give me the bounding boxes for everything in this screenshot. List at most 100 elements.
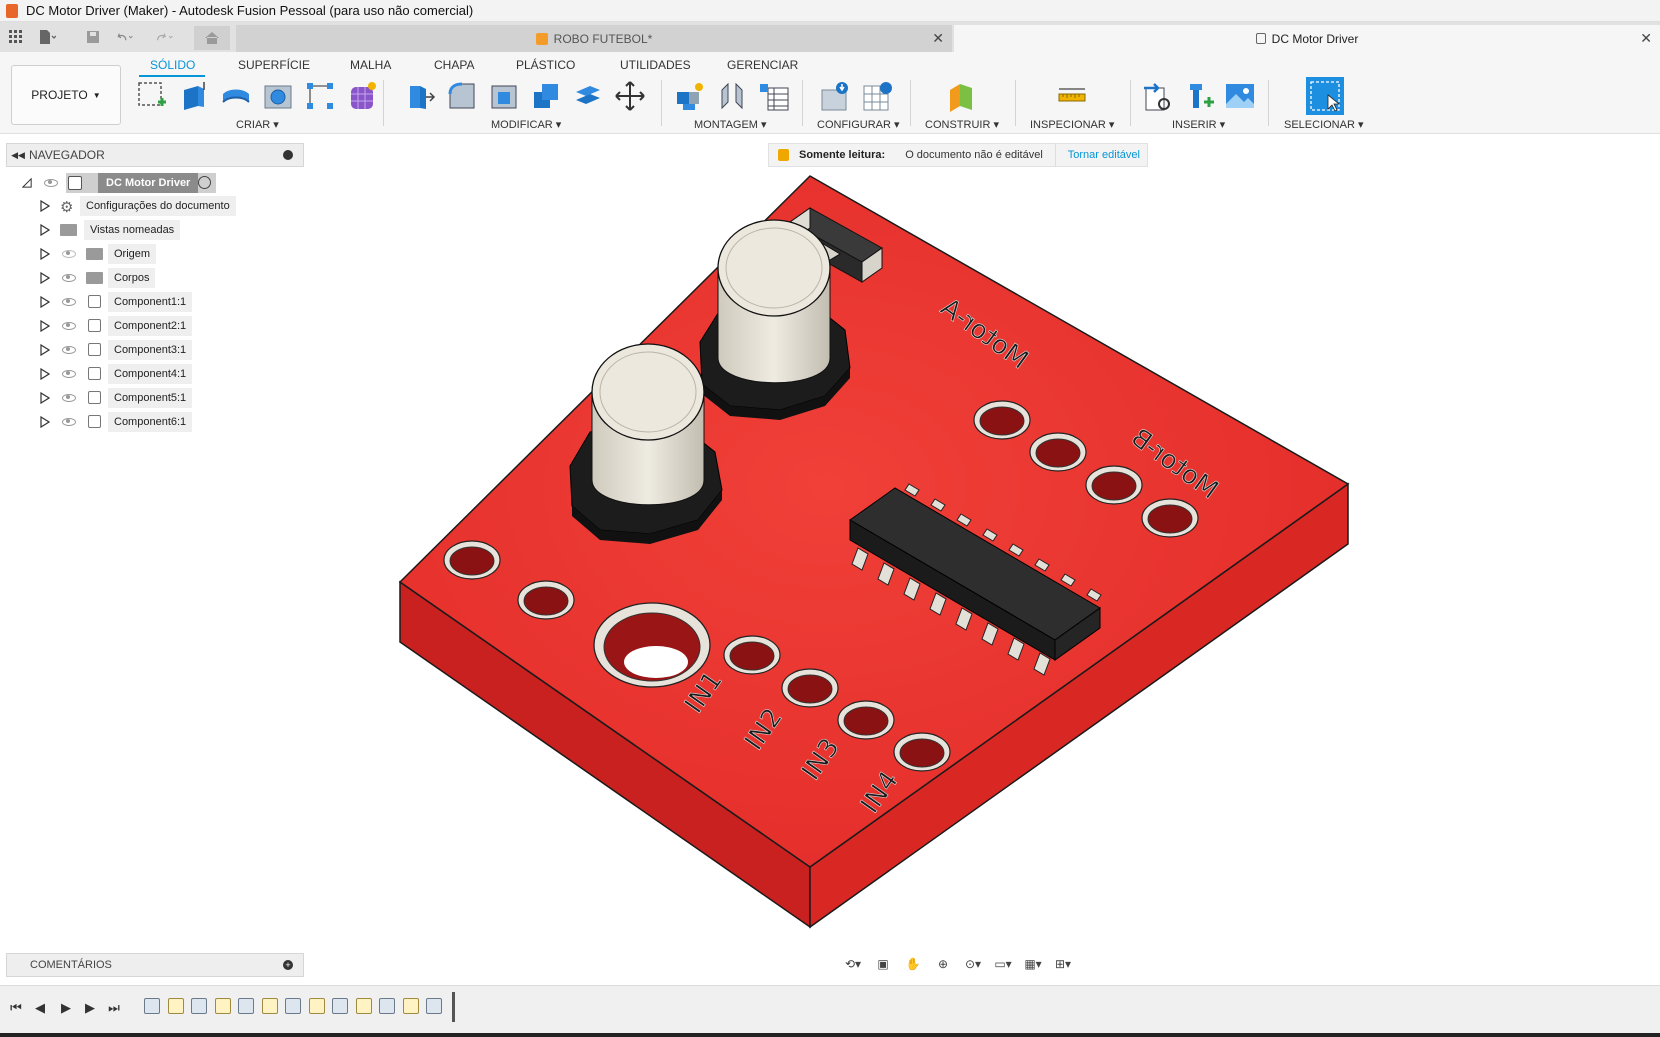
add-comment-icon[interactable]: + — [283, 960, 293, 970]
expand-triangle-icon[interactable] — [40, 368, 50, 380]
tab-solido[interactable]: SÓLIDO — [150, 58, 195, 72]
orbit-icon[interactable]: ⟲▾ — [838, 954, 868, 974]
app-grid-icon[interactable] — [7, 28, 25, 46]
browser-item[interactable]: Component4:1 — [36, 364, 296, 384]
new-component-icon[interactable] — [672, 78, 708, 114]
insert-mcmaster-icon[interactable] — [1182, 78, 1218, 114]
tab-superficie[interactable]: SUPERFÍCIE — [238, 58, 310, 72]
bill-of-materials-icon[interactable] — [756, 78, 792, 114]
timeline-component-feature[interactable] — [285, 998, 301, 1014]
insert-derive-icon[interactable] — [1140, 78, 1176, 114]
make-editable-link[interactable]: Tornar editável — [1068, 149, 1140, 161]
project-dropdown-button[interactable]: PROJETO ▼ — [11, 65, 121, 125]
eye-icon[interactable] — [62, 346, 76, 354]
eye-icon[interactable] — [44, 179, 58, 187]
minimize-icon[interactable] — [283, 150, 293, 160]
create-sketch-icon[interactable] — [134, 78, 170, 114]
tab-utilidades[interactable]: UTILIDADES — [620, 58, 691, 72]
measure-icon[interactable] — [1054, 78, 1090, 114]
step-back-icon[interactable]: ◀ — [30, 998, 50, 1018]
shell-icon[interactable] — [486, 78, 522, 114]
browser-item[interactable]: ⚙ Configurações do documento — [36, 196, 296, 216]
expand-triangle-icon[interactable] — [40, 392, 50, 404]
group-criar[interactable]: CRIAR ▾ — [236, 118, 279, 131]
pattern-icon[interactable] — [302, 78, 338, 114]
capacitor-2[interactable] — [569, 343, 723, 544]
zoom-icon[interactable]: ⊕ — [928, 954, 958, 974]
3d-viewport[interactable]: Motor-A Motor-B IN1 IN2 IN3 IN4 — [310, 170, 1370, 940]
save-icon[interactable] — [84, 28, 102, 46]
eye-icon[interactable] — [62, 322, 76, 330]
step-forward-icon[interactable]: ▶ — [80, 998, 100, 1018]
tab-gerenciar[interactable]: GERENCIAR — [727, 58, 798, 72]
timeline-marker[interactable] — [452, 992, 455, 1022]
timeline-component-feature[interactable] — [238, 998, 254, 1014]
eye-icon[interactable] — [62, 298, 76, 306]
group-inserir[interactable]: INSERIR ▾ — [1172, 118, 1225, 131]
revolve-icon[interactable] — [218, 78, 254, 114]
home-icon[interactable] — [194, 26, 230, 50]
eye-hidden-icon[interactable] — [62, 250, 76, 258]
timeline-component-feature[interactable] — [426, 998, 442, 1014]
tab-plastico[interactable]: PLÁSTICO — [516, 58, 575, 72]
configuration-table-icon[interactable] — [860, 78, 896, 114]
eye-icon[interactable] — [62, 274, 76, 282]
timeline-component-feature[interactable] — [379, 998, 395, 1014]
joint-icon[interactable] — [714, 78, 750, 114]
browser-root-row[interactable]: DC Motor Driver — [20, 173, 300, 193]
close-icon[interactable]: ✕ — [1640, 30, 1652, 47]
comments-panel[interactable]: COMENTÁRIOS + — [6, 953, 304, 977]
group-modificar[interactable]: MODIFICAR ▾ — [491, 118, 561, 131]
collapse-arrows-icon[interactable]: ◀◀ — [7, 150, 29, 161]
tab-malha[interactable]: MALHA — [350, 58, 391, 72]
timeline-sketch-feature[interactable] — [214, 998, 231, 1014]
offset-face-icon[interactable] — [570, 78, 606, 114]
browser-item[interactable]: Component2:1 — [36, 316, 296, 336]
expand-triangle-icon[interactable] — [40, 296, 50, 308]
redo-icon[interactable] — [156, 28, 174, 46]
press-pull-icon[interactable] — [402, 78, 438, 114]
tab-robo-futebol[interactable]: ROBO FUTEBOL* ✕ — [236, 25, 952, 52]
group-selecionar[interactable]: SELECIONAR ▾ — [1284, 118, 1364, 131]
hole-icon[interactable] — [260, 78, 296, 114]
timeline-sketch-feature[interactable] — [167, 998, 184, 1014]
activate-radio-icon[interactable] — [198, 176, 211, 189]
browser-item[interactable]: Component6:1 — [36, 412, 296, 432]
viewports-icon[interactable]: ⊞▾ — [1048, 954, 1078, 974]
go-to-start-icon[interactable]: ⏮ — [6, 998, 26, 1018]
display-settings-icon[interactable]: ▭▾ — [988, 954, 1018, 974]
browser-item[interactable]: Component1:1 — [36, 292, 296, 312]
select-icon[interactable] — [1306, 77, 1344, 115]
eye-icon[interactable] — [62, 418, 76, 426]
pan-icon[interactable]: ✋ — [898, 954, 928, 974]
expand-triangle-icon[interactable] — [40, 344, 50, 356]
expand-triangle-icon[interactable] — [40, 248, 50, 260]
browser-item[interactable]: Vistas nomeadas — [36, 220, 296, 240]
browser-item[interactable]: Origem — [36, 244, 296, 264]
undo-icon[interactable] — [116, 28, 134, 46]
form-icon[interactable] — [344, 78, 380, 114]
group-construir[interactable]: CONSTRUIR ▾ — [925, 118, 999, 131]
tab-dc-motor-driver[interactable]: DC Motor Driver ✕ — [954, 25, 1660, 52]
collapse-triangle-icon[interactable] — [22, 177, 32, 189]
grid-settings-icon[interactable]: ▦▾ — [1018, 954, 1048, 974]
eye-icon[interactable] — [62, 370, 76, 378]
timeline-sketch-feature[interactable] — [308, 998, 325, 1014]
timeline-component-feature[interactable] — [191, 998, 207, 1014]
insert-canvas-icon[interactable] — [1222, 78, 1258, 114]
look-at-icon[interactable]: ▣ — [868, 954, 898, 974]
browser-item[interactable]: Corpos — [36, 268, 296, 288]
timeline-sketch-feature[interactable] — [261, 998, 278, 1014]
tab-chapa[interactable]: CHAPA — [434, 58, 474, 72]
expand-triangle-icon[interactable] — [40, 416, 50, 428]
move-icon[interactable] — [612, 78, 648, 114]
browser-header[interactable]: ◀◀ NAVEGADOR — [6, 143, 304, 167]
timeline-component-feature[interactable] — [144, 998, 160, 1014]
timeline-component-feature[interactable] — [332, 998, 348, 1014]
expand-triangle-icon[interactable] — [40, 320, 50, 332]
configure-icon[interactable] — [818, 78, 854, 114]
expand-triangle-icon[interactable] — [40, 200, 50, 212]
timeline-sketch-feature[interactable] — [402, 998, 419, 1014]
go-to-end-icon[interactable]: ⏭ — [104, 998, 124, 1018]
group-montagem[interactable]: MONTAGEM ▾ — [694, 118, 767, 131]
